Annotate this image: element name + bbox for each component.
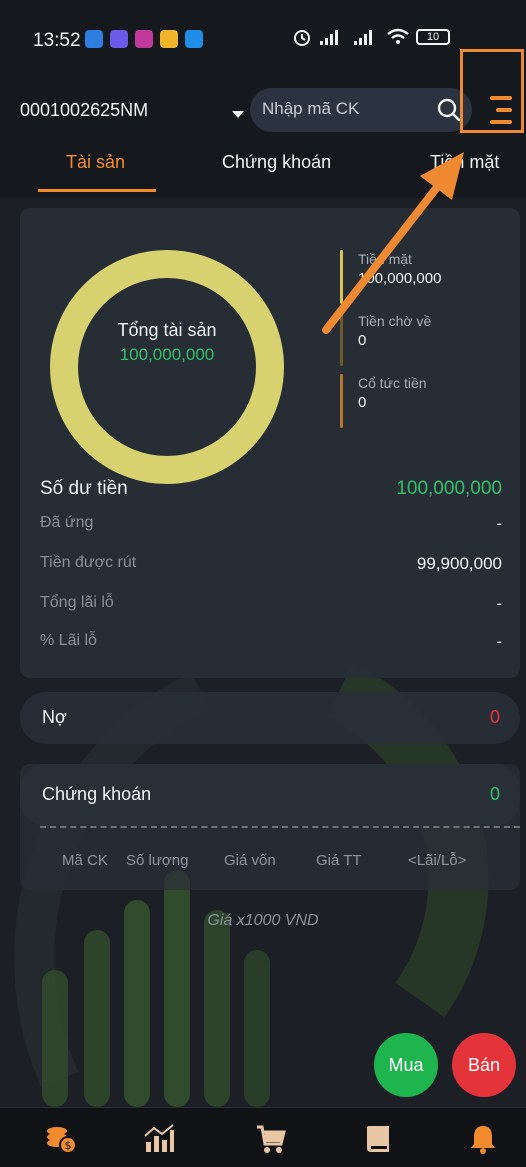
legend-label: Cổ tức tiền [358,375,427,391]
bottom-navigation: $ [0,1107,526,1167]
assets-icon[interactable]: $ [44,1122,78,1156]
column-pnl: <Lãi/Lỗ> [408,852,467,869]
tab-bar: Tài sản Chứng khoán Tiền mặt [0,142,526,198]
row-value: - [496,632,502,651]
search-icon[interactable] [436,97,462,123]
sell-button[interactable]: Bán [452,1033,516,1097]
system-icons: 10 [292,27,450,47]
tab-cash[interactable]: Tiền mặt [430,152,499,173]
price-unit-note: Giá x1000 VND [207,912,319,929]
search-box[interactable] [250,88,472,132]
status-time: 13:52 [33,30,81,51]
legend-bar [340,250,343,304]
row-value: - [496,514,502,533]
legend-bar [340,374,343,428]
legend-label: Tiền mặt [358,251,412,267]
active-tab-indicator [38,189,156,192]
chat-app-icon [135,30,153,48]
svg-text:$: $ [65,1139,72,1152]
top-bar: 0001002625NM [0,66,526,142]
asset-overview-card: Tổng tài sản 100,000,000 Tiền mặt 100,00… [20,208,520,678]
tab-assets[interactable]: Tài sản [66,152,125,173]
legend-cash-dividend: Cổ tức tiền 0 [340,374,510,428]
row-value: 99,900,000 [416,554,502,573]
total-assets-label: Tổng tài sản [117,320,217,340]
debt-label: Nợ [42,707,67,727]
legend-cash: Tiền mặt 100,000,000 [340,250,510,304]
legend-label: Tiền chờ về [358,313,432,329]
wifi-icon [387,28,409,44]
messenger-app-icon [110,30,128,48]
stock-count: 0 [489,784,500,804]
total-assets-value: 100,000,000 [119,345,215,364]
browser-app-icon [185,30,203,48]
row-label: Tổng lãi lỗ [40,594,114,611]
row-value: - [496,594,502,613]
balance-row: Số dư tiền 100,000,000 [40,478,502,500]
column-symbol: Mã CK [62,852,108,869]
debt-row[interactable]: Nợ 0 [20,692,520,744]
column-cost-price: Giá vốn [224,852,276,869]
column-market-price: Giá TT [316,852,362,869]
buy-button[interactable]: Mua [374,1033,438,1097]
legend-value: 0 [358,332,367,349]
account-selector[interactable]: 0001002625NM [20,100,148,121]
search-input[interactable] [262,99,422,119]
signal-icon [320,30,338,45]
bell-icon[interactable] [466,1122,500,1156]
total-pnl-row: Tổng lãi lỗ - [40,594,502,614]
advanced-row: Đã ứng - [40,514,502,534]
stock-label: Chứng khoán [42,784,152,804]
highlight-box [460,49,524,133]
book-icon[interactable] [362,1122,396,1156]
row-label: Đã ứng [40,514,94,531]
caret-down-icon[interactable] [232,111,244,118]
balance-value: 100,000,000 [396,478,502,499]
cart-icon[interactable] [254,1122,288,1156]
column-quantity: Số lượng [126,852,189,869]
tab-securities[interactable]: Chứng khoán [222,152,331,173]
signal-2-icon [354,30,372,45]
stock-holdings-card: Chứng khoán 0 Mã CK Số lượng Giá vốn Giá… [20,764,520,890]
row-label: % Lãi lỗ [40,632,97,649]
legend-value: 100,000,000 [358,270,442,287]
legend-bar [340,312,343,366]
stock-header[interactable]: Chứng khoán 0 [20,764,520,826]
row-label: Tiền được rút [40,554,137,571]
alarm-icon [294,30,310,46]
debt-value: 0 [489,707,500,727]
portfolio-screen: 13:52 10 0001002625NM Nhập mã CK Tài sản… [0,0,526,1167]
balance-label: Số dư tiền [40,478,128,499]
notification-icons [85,30,203,48]
status-bar: 13:52 10 [0,0,526,66]
withdrawable-row: Tiền được rút 99,900,000 [40,554,502,574]
notes-app-icon [160,30,178,48]
asset-donut-chart [50,250,284,484]
message-app-icon [85,30,103,48]
divider [40,826,520,828]
pnl-percent-row: % Lãi lỗ - [40,632,502,652]
legend-value: 0 [358,394,367,411]
legend-pending-cash: Tiền chờ về 0 [340,312,510,366]
battery-indicator: 10 [416,29,450,45]
chart-icon[interactable] [142,1122,176,1156]
